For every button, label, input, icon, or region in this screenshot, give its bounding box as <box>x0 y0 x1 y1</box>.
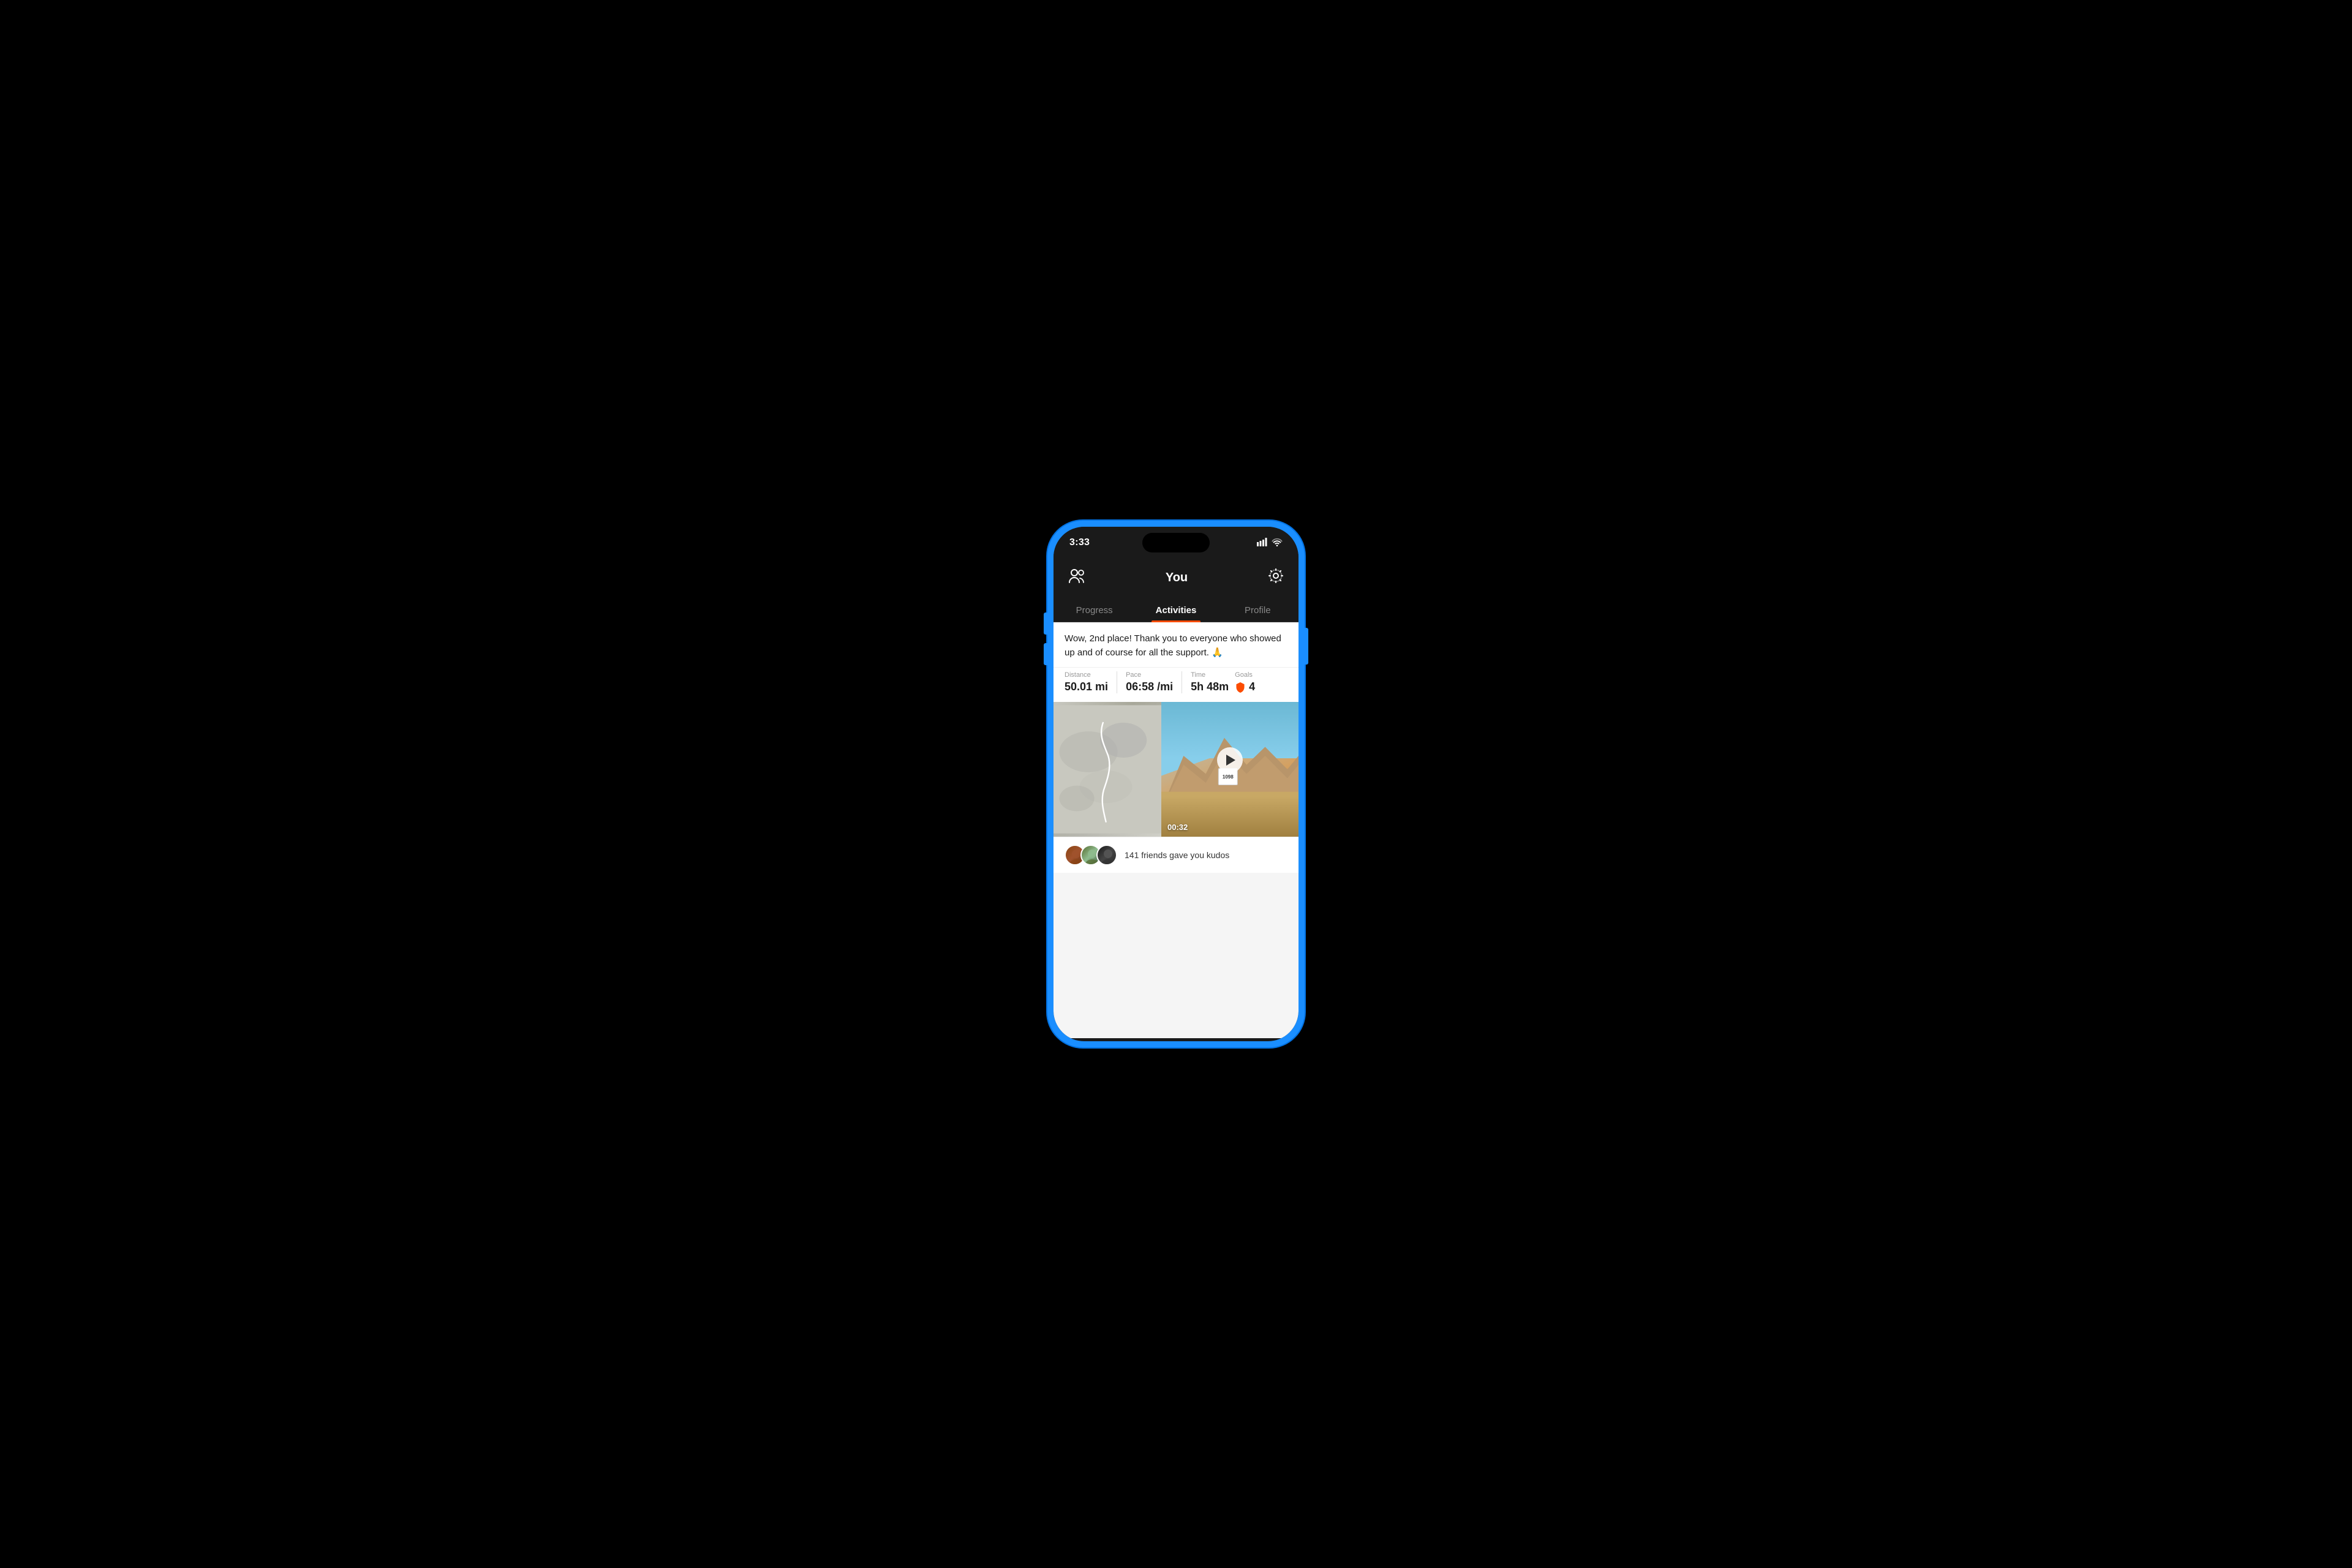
dynamic-island <box>1142 533 1210 552</box>
content-area: Wow, 2nd place! Thank you to everyone wh… <box>1054 622 1298 1038</box>
shield-icon <box>1235 682 1246 693</box>
power-button[interactable] <box>1305 628 1308 665</box>
kudos-text: 141 friends gave you kudos <box>1125 850 1229 860</box>
volume-up-button[interactable] <box>1044 612 1047 635</box>
time-value: 5h 48m <box>1191 680 1229 693</box>
app-header: You <box>1054 559 1298 597</box>
stat-pace: Pace 06:58 /mi <box>1126 671 1173 693</box>
kudos-row[interactable]: 141 friends gave you kudos <box>1054 837 1298 873</box>
volume-down-button[interactable] <box>1044 643 1047 665</box>
goals-value-text: 4 <box>1249 680 1255 693</box>
video-duration: 00:32 <box>1161 818 1298 837</box>
stat-time: Time 5h 48m <box>1191 671 1229 693</box>
status-icons <box>1257 538 1283 548</box>
post-text: Wow, 2nd place! Thank you to everyone wh… <box>1054 622 1298 667</box>
distance-value: 50.01 mi <box>1065 680 1108 693</box>
goals-label: Goals <box>1235 671 1255 679</box>
header-title: You <box>1166 571 1188 585</box>
signal-icon <box>1257 538 1268 548</box>
stats-row: Distance 50.01 mi Pace 06:58 /mi Time 5h… <box>1054 667 1298 702</box>
stat-distance: Distance 50.01 mi <box>1065 671 1108 693</box>
wifi-icon <box>1272 538 1283 548</box>
pace-value: 06:58 /mi <box>1126 680 1173 693</box>
kudos-avatars <box>1065 845 1117 865</box>
tabs-bar: Progress Activities Profile <box>1054 597 1298 622</box>
phone-screen: 3:33 <box>1054 527 1298 1041</box>
tab-profile[interactable]: Profile <box>1217 597 1298 622</box>
activity-card: Wow, 2nd place! Thank you to everyone wh… <box>1054 622 1298 873</box>
video-overlay: 00:32 <box>1161 702 1298 837</box>
status-bar: 3:33 <box>1054 527 1298 559</box>
map-path-svg <box>1054 702 1161 837</box>
friends-icon[interactable] <box>1068 568 1085 588</box>
tab-progress[interactable]: Progress <box>1054 597 1135 622</box>
pace-label: Pace <box>1126 671 1173 679</box>
settings-icon[interactable] <box>1268 568 1284 588</box>
play-triangle-icon <box>1226 755 1235 766</box>
tab-activities[interactable]: Activities <box>1135 597 1216 622</box>
distance-label: Distance <box>1065 671 1108 679</box>
phone-wrapper: 3:33 <box>1047 521 1305 1047</box>
media-row: 1098 00:32 <box>1054 702 1298 837</box>
video-thumbnail[interactable]: 1098 00:32 <box>1161 702 1298 837</box>
map-thumbnail[interactable] <box>1054 702 1161 837</box>
status-time: 3:33 <box>1069 537 1090 548</box>
stat-goals: Goals 4 <box>1235 671 1255 693</box>
kudos-avatar-3 <box>1096 845 1117 865</box>
play-button[interactable] <box>1217 747 1243 773</box>
time-label: Time <box>1191 671 1229 679</box>
